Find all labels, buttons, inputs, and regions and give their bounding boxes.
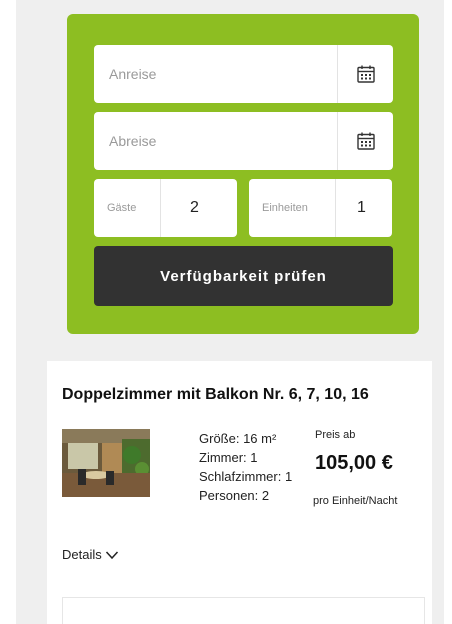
price-unit-label: pro Einheit/Nacht	[313, 495, 398, 507]
departure-calendar-button[interactable]	[337, 112, 393, 170]
arrival-field[interactable]: Anreise	[94, 45, 393, 103]
guests-field[interactable]: Gäste 2	[94, 179, 237, 237]
room-facts: Größe: 16 m² Zimmer: 1 Schlafzimmer: 1 P…	[199, 429, 292, 505]
person-count: Personen: 2	[199, 488, 270, 503]
room-photo-image	[62, 429, 150, 497]
room-price: 105,00 €	[315, 452, 393, 474]
guests-divider	[160, 179, 161, 237]
booking-form: Anreise Abreise Gäste 2 Einheiten 1 Verf…	[67, 14, 419, 334]
units-label: Einheiten	[262, 202, 308, 214]
room-card: Doppelzimmer mit Balkon Nr. 6, 7, 10, 16…	[47, 361, 432, 624]
arrival-calendar-button[interactable]	[337, 45, 393, 103]
departure-placeholder: Abreise	[109, 133, 157, 149]
details-toggle[interactable]: Details	[62, 547, 119, 562]
units-divider	[335, 179, 336, 237]
guests-value[interactable]: 2	[190, 179, 199, 237]
departure-field[interactable]: Abreise	[94, 112, 393, 170]
arrival-placeholder: Anreise	[109, 66, 157, 82]
check-availability-button[interactable]: Verfügbarkeit prüfen	[94, 246, 393, 306]
room-title[interactable]: Doppelzimmer mit Balkon Nr. 6, 7, 10, 16	[62, 386, 432, 404]
bedroom-count: Schlafzimmer: 1	[199, 469, 293, 484]
calendar-icon	[356, 132, 375, 150]
calendar-icon	[356, 65, 375, 83]
room-details-box	[62, 597, 425, 624]
units-value[interactable]: 1	[357, 179, 366, 237]
details-label: Details	[62, 547, 102, 562]
units-field[interactable]: Einheiten 1	[249, 179, 392, 237]
guests-label: Gäste	[107, 202, 137, 214]
room-count: Zimmer: 1	[199, 450, 258, 465]
room-photo[interactable]	[62, 429, 150, 497]
chevron-down-icon	[105, 550, 118, 559]
price-from-label: Preis ab	[315, 429, 356, 441]
room-size: Größe: 16 m²	[199, 431, 277, 446]
